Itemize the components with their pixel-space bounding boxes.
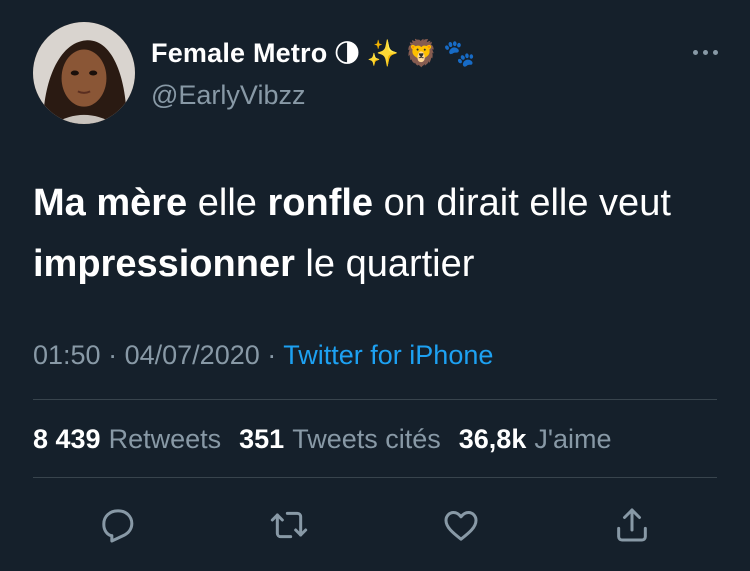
likes-count: 36,8k: [458, 424, 527, 454]
tweet-segment: le quartier: [294, 243, 475, 285]
avatar[interactable]: [33, 22, 135, 124]
meta-separator: ·: [108, 340, 118, 370]
likes-stat[interactable]: 36,8k J'aime: [459, 424, 612, 455]
tweet-segment-bold: impressionner: [33, 243, 295, 285]
sparkles-emoji-icon: ✨: [366, 38, 399, 69]
like-icon: [444, 511, 478, 541]
quotes-count: 351: [239, 424, 285, 454]
avatar-image: [33, 22, 135, 124]
divider: [33, 399, 717, 400]
tweet-meta: 01:50 · 04/07/2020 · Twitter for iPhone: [33, 340, 493, 371]
likes-label: J'aime: [534, 424, 612, 454]
quotes-stat[interactable]: 351 Tweets cités: [239, 424, 441, 455]
share-icon: [617, 508, 647, 542]
tweet-date: 04/07/2020: [124, 340, 260, 370]
retweet-icon: [271, 511, 308, 539]
tweet-segment: elle: [187, 182, 268, 224]
retweets-stat[interactable]: 8 439 Retweets: [33, 424, 221, 455]
tweet-source-link[interactable]: Twitter for iPhone: [283, 340, 493, 370]
tweet-time: 01:50: [33, 340, 101, 370]
share-button[interactable]: [609, 502, 655, 548]
user-handle[interactable]: @EarlyVibzz: [151, 80, 305, 111]
lion-emoji-icon: 🦁: [404, 38, 438, 69]
retweets-count: 8 439: [33, 424, 101, 454]
tweet-stats: 8 439 Retweets 351 Tweets cités 36,8k J'aim…: [33, 424, 612, 455]
name-row: Female Metro 🌗 ✨ 🦁 🐾: [151, 38, 476, 69]
tweet-segment-bold: Ma mère: [33, 182, 188, 224]
display-name[interactable]: Female Metro: [151, 38, 327, 69]
paw-prints-emoji-icon: 🐾: [443, 38, 476, 69]
tweet-text: Ma mère elle ronfle on dirait elle veut …: [33, 173, 713, 295]
reply-icon: [102, 509, 134, 543]
quotes-label: Tweets cités: [292, 424, 441, 454]
tweet-segment: on dirait elle veut: [373, 182, 671, 224]
moon-emoji-icon: 🌗: [333, 38, 361, 69]
more-options-icon[interactable]: [693, 50, 718, 55]
tweet-segment-bold: ronfle: [267, 182, 374, 224]
divider: [33, 477, 717, 478]
retweet-button[interactable]: [266, 502, 312, 548]
action-bar: [95, 502, 655, 548]
meta-separator: ·: [267, 340, 277, 370]
reply-button[interactable]: [95, 502, 141, 548]
retweets-label: Retweets: [108, 424, 222, 454]
like-button[interactable]: [438, 502, 484, 548]
